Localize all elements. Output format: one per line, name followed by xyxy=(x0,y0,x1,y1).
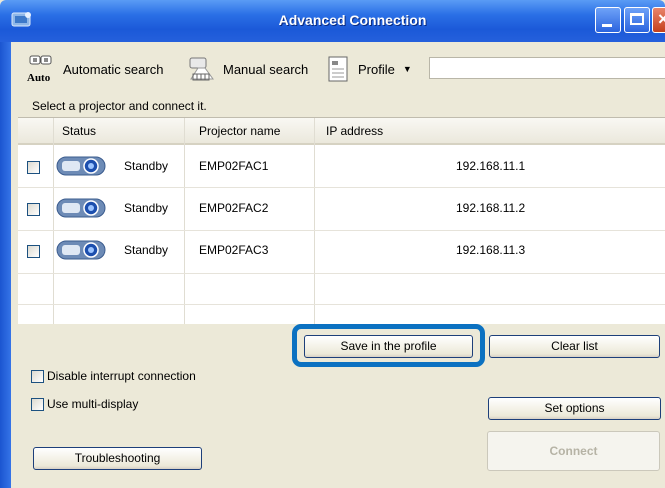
toolbar: Auto Automatic search Manual search Prof… xyxy=(11,42,665,98)
row-checkbox[interactable] xyxy=(27,203,40,216)
window-title: Advanced Connection xyxy=(278,12,427,28)
troubleshooting-button[interactable]: Troubleshooting xyxy=(33,447,202,470)
instruction-text: Select a projector and connect it. xyxy=(32,99,207,113)
column-header-projector-name[interactable]: Projector name xyxy=(199,124,280,138)
multi-display-checkbox[interactable] xyxy=(31,397,44,411)
ip-address: 192.168.11.3 xyxy=(456,243,526,257)
table-row[interactable]: Standby EMP02FAC2 192.168.11.2 xyxy=(18,188,665,231)
connect-button[interactable]: Connect xyxy=(487,431,660,471)
projector-icon xyxy=(56,156,106,176)
projector-name: EMP02FAC3 xyxy=(199,243,269,257)
table-row[interactable]: Standby EMP02FAC1 192.168.11.1 xyxy=(18,145,665,188)
automatic-search-label: Automatic search xyxy=(63,61,164,77)
advanced-connection-window: Advanced Connection × Auto Automatic sea… xyxy=(0,0,665,488)
ip-address: 192.168.11.1 xyxy=(456,159,526,173)
minimize-icon xyxy=(602,24,612,27)
list-header: Status Projector name IP address xyxy=(18,118,665,145)
projector-icon xyxy=(56,198,106,218)
manual-search-label: Manual search xyxy=(223,61,309,77)
disable-interrupt-label: Disable interrupt connection xyxy=(47,369,196,383)
projector-name: EMP02FAC1 xyxy=(199,159,269,173)
window-frame-left xyxy=(0,42,11,488)
table-row[interactable]: Standby EMP02FAC3 192.168.11.3 xyxy=(18,231,665,274)
row-checkbox[interactable] xyxy=(27,245,40,258)
manual-search-icon xyxy=(189,57,214,81)
title-bar[interactable]: Advanced Connection × xyxy=(0,0,665,42)
ip-address: 192.168.11.2 xyxy=(456,201,526,215)
save-in-profile-button[interactable]: Save in the profile xyxy=(304,335,473,358)
multi-display-option[interactable]: Use multi-display xyxy=(31,397,138,411)
column-header-ip-address[interactable]: IP address xyxy=(326,124,383,138)
disable-interrupt-checkbox[interactable] xyxy=(31,369,44,383)
set-options-button[interactable]: Set options xyxy=(488,397,661,420)
status-text: Standby xyxy=(124,243,169,257)
close-button[interactable]: × xyxy=(652,7,665,33)
status-text: Standby xyxy=(124,201,169,215)
automatic-search-icon: Auto xyxy=(27,55,52,84)
empty-row xyxy=(18,274,665,305)
projector-icon xyxy=(56,240,106,260)
disable-interrupt-option[interactable]: Disable interrupt connection xyxy=(31,369,196,383)
projector-name: EMP02FAC2 xyxy=(199,201,269,215)
profile-icon xyxy=(328,56,348,82)
status-text: Standby xyxy=(124,159,169,173)
minimize-button[interactable] xyxy=(595,7,621,33)
profile-button[interactable]: Profile ▼ xyxy=(324,54,412,84)
automatic-search-button[interactable]: Auto Automatic search xyxy=(27,54,163,84)
close-icon: × xyxy=(658,9,665,29)
auto-badge-label: Auto xyxy=(27,72,51,84)
profile-label: Profile xyxy=(358,61,395,77)
profile-field[interactable] xyxy=(429,57,665,79)
column-header-status[interactable]: Status xyxy=(62,124,96,138)
row-checkbox[interactable] xyxy=(27,161,40,174)
projector-list[interactable]: Status Projector name IP address Standby… xyxy=(18,117,665,324)
manual-search-button[interactable]: Manual search xyxy=(187,54,308,84)
dropdown-arrow-icon[interactable]: ▼ xyxy=(403,64,412,74)
multi-display-label: Use multi-display xyxy=(47,397,139,411)
clear-list-button[interactable]: Clear list xyxy=(489,335,660,358)
maximize-button[interactable] xyxy=(624,7,650,33)
maximize-icon xyxy=(630,13,644,25)
